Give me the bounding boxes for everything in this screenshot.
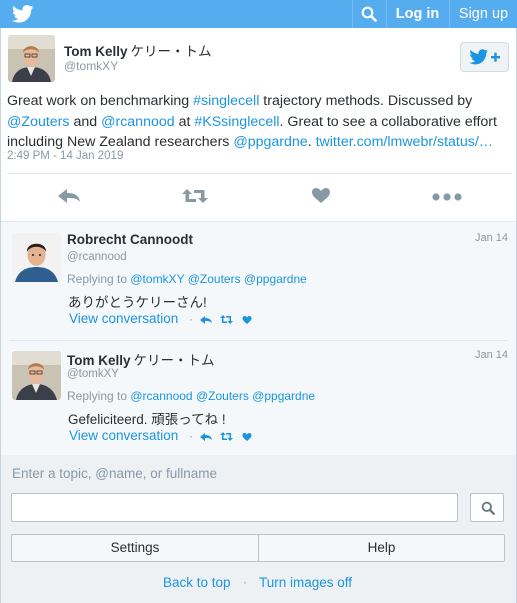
separator-dot: · bbox=[189, 429, 193, 443]
follow-bird-plus-icon bbox=[469, 49, 500, 65]
more-action[interactable] bbox=[431, 181, 465, 211]
tweet-link[interactable]: @ppgardne bbox=[233, 134, 307, 150]
tweet-link[interactable]: twitter.com/lmwebr/status/… bbox=[316, 134, 493, 150]
tweet-divider bbox=[7, 173, 512, 174]
retweet-action[interactable] bbox=[181, 181, 209, 211]
replying-to: Replying to @tomkXY @Zouters @ppgardne bbox=[67, 272, 307, 286]
author-name-jp: ケリー・トム bbox=[130, 44, 212, 59]
replying-to-link[interactable]: @ppgardne bbox=[252, 389, 315, 403]
author-name-text: Tom Kelly bbox=[64, 44, 128, 59]
reply-author-name[interactable]: Robrecht Cannoodt bbox=[67, 232, 193, 247]
reply-icon[interactable] bbox=[200, 432, 212, 442]
reply-action[interactable] bbox=[57, 181, 81, 211]
avatar-photo bbox=[12, 233, 61, 282]
like-icon[interactable] bbox=[242, 432, 252, 442]
replying-to-link[interactable]: @Zouters bbox=[196, 389, 249, 403]
login-link[interactable]: Log in bbox=[386, 0, 449, 28]
like-icon bbox=[312, 188, 330, 203]
reply-text: ありがとうケリーさん! bbox=[68, 295, 207, 310]
reply-author-handle[interactable]: @tomkXY bbox=[67, 368, 119, 380]
tweet-text-span: at bbox=[174, 113, 195, 130]
retweet-icon[interactable] bbox=[220, 431, 233, 442]
like-icon[interactable] bbox=[242, 315, 252, 325]
author-name[interactable]: Tom Kelly ケリー・トム bbox=[64, 40, 212, 60]
reply-icon[interactable] bbox=[200, 315, 212, 325]
reply-avatar[interactable] bbox=[12, 233, 61, 282]
reply-author-name-text: Tom Kelly bbox=[67, 353, 131, 368]
search-icon bbox=[361, 6, 377, 22]
tweet-link[interactable]: #KSsinglecell bbox=[194, 114, 279, 130]
more-icon bbox=[432, 193, 462, 201]
replying-to-link[interactable]: @Zouters bbox=[188, 272, 241, 286]
turn-images-off-link[interactable]: Turn images off bbox=[259, 575, 352, 590]
tweet-link[interactable]: @Zouters bbox=[7, 114, 70, 130]
tweet-text-span: Great work on benchmarking bbox=[7, 93, 194, 109]
replying-to-link[interactable]: @ppgardne bbox=[244, 272, 307, 286]
reply-text: Gefeliciteerd. 頑張ってね ! bbox=[68, 412, 226, 427]
nav-search-button[interactable] bbox=[353, 0, 386, 28]
search-hint: Enter a topic, @name, or fullname bbox=[12, 466, 218, 481]
tweet-link[interactable]: #singlecell bbox=[193, 93, 259, 109]
retweet-icon[interactable] bbox=[220, 314, 233, 325]
twitter-bird-icon[interactable] bbox=[12, 5, 34, 23]
top-nav-bar: Log in Sign up bbox=[0, 0, 517, 28]
reply-divider bbox=[9, 340, 508, 341]
retweet-icon bbox=[182, 189, 208, 203]
settings-button[interactable]: Settings bbox=[12, 535, 258, 561]
search-icon bbox=[481, 501, 495, 515]
view-conversation-link[interactable]: View conversation bbox=[69, 428, 178, 443]
signup-link[interactable]: Sign up bbox=[450, 0, 517, 28]
avatar-photo bbox=[8, 35, 55, 82]
search-input[interactable] bbox=[11, 493, 458, 522]
reply-date[interactable]: Jan 14 bbox=[475, 232, 508, 244]
author-handle[interactable]: @tomkXY bbox=[64, 59, 118, 73]
separator-dot: · bbox=[189, 312, 193, 326]
reply-author-name[interactable]: Tom Kelly ケリー・トム bbox=[67, 349, 215, 369]
replying-to-link[interactable]: @rcannood bbox=[130, 389, 192, 403]
tweet-text-span: and bbox=[69, 113, 102, 130]
help-button[interactable]: Help bbox=[259, 535, 504, 561]
reply-avatar[interactable] bbox=[12, 351, 61, 400]
separator-dot: · bbox=[243, 575, 247, 589]
replying-prefix: Replying to bbox=[67, 272, 131, 286]
replying-to: Replying to @rcannood @Zouters @ppgardne bbox=[67, 389, 315, 403]
author-avatar[interactable] bbox=[8, 35, 55, 82]
settings-help-bar: Settings Help bbox=[11, 534, 505, 562]
replies-list: Robrecht Cannoodt @rcannood Jan 14 Reply… bbox=[1, 221, 516, 455]
follow-button[interactable] bbox=[460, 42, 509, 72]
reply-date[interactable]: Jan 14 bbox=[475, 349, 508, 361]
tweet-text-span: trajectory methods. Discussed by bbox=[259, 93, 473, 109]
reply-icon bbox=[58, 189, 80, 203]
search-submit-button[interactable] bbox=[470, 493, 504, 522]
reply-author-name-text: Robrecht Cannoodt bbox=[67, 232, 193, 247]
tweet-text: Great work on benchmarking #singlecell t… bbox=[7, 91, 512, 153]
tweet-timestamp[interactable]: 2:49 PM - 14 Jan 2019 bbox=[7, 150, 123, 162]
replying-prefix: Replying to bbox=[67, 389, 131, 403]
replying-to-link[interactable]: @tomkXY bbox=[130, 272, 184, 286]
reply-author-name-jp: ケリー・トム bbox=[133, 353, 215, 368]
like-action[interactable] bbox=[311, 181, 331, 211]
tweet-text-span: . bbox=[307, 134, 316, 150]
view-conversation-link[interactable]: View conversation bbox=[69, 311, 178, 326]
avatar-photo bbox=[12, 351, 61, 400]
reply-author-handle[interactable]: @rcannood bbox=[67, 251, 127, 263]
back-to-top-link[interactable]: Back to top bbox=[163, 575, 231, 590]
tweet-link[interactable]: @rcannood bbox=[101, 114, 175, 130]
